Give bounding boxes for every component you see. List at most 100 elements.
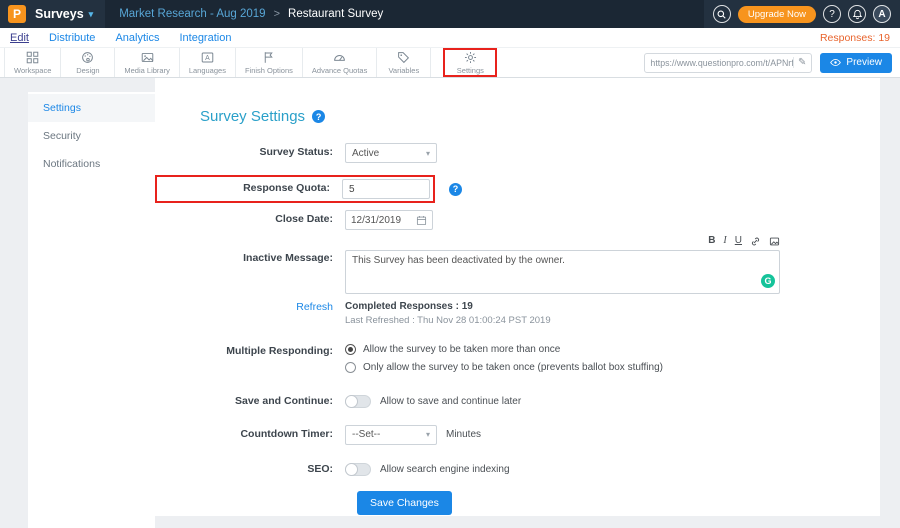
sidebar-item-security[interactable]: Security (28, 122, 155, 150)
italic-button[interactable]: I (723, 236, 726, 246)
variables-tag-icon (397, 50, 410, 64)
radio-option-label: Allow the survey to be taken more than o… (363, 344, 560, 355)
surveys-menu[interactable]: Surveys ▾ (35, 7, 93, 21)
content-area: Settings Security Notifications Survey S… (0, 78, 900, 528)
avatar[interactable]: A (873, 5, 891, 23)
upgrade-now-button[interactable]: Upgrade Now (738, 6, 816, 23)
bold-button[interactable]: B (708, 236, 715, 246)
calendar-icon (416, 215, 427, 226)
responses-summary: Completed Responses : 19 Last Refreshed … (345, 301, 551, 326)
save-continue-text: Allow to save and continue later (380, 396, 521, 407)
save-continue-label: Save and Continue: (155, 395, 345, 409)
survey-status-value: Active (352, 148, 379, 159)
grammarly-icon[interactable]: G (761, 274, 775, 288)
page-title: Survey Settings (200, 108, 305, 125)
close-date-label: Close Date: (155, 213, 345, 227)
responses-count[interactable]: Responses: 19 (820, 32, 890, 44)
completed-responses-text: Completed Responses : 19 (345, 301, 551, 312)
toolbar-label: Variables (388, 66, 419, 75)
sidebar-item-notifications[interactable]: Notifications (28, 150, 155, 178)
sidebar-item-settings[interactable]: Settings (28, 94, 155, 122)
questionpro-logo[interactable]: P (8, 5, 26, 23)
image-insert-icon[interactable] (769, 236, 780, 247)
breadcrumb-folder[interactable]: Market Research - Aug 2019 (119, 8, 265, 20)
notifications-bell-icon[interactable] (848, 5, 866, 23)
seo-text: Allow search engine indexing (380, 464, 510, 475)
breadcrumb: Market Research - Aug 2019 > Restaurant … (105, 0, 704, 28)
survey-status-label: Survey Status: (155, 146, 345, 160)
questionpro-app: P Surveys ▾ Market Research - Aug 2019 >… (0, 0, 900, 528)
settings-gear-icon (464, 50, 477, 64)
survey-url-field[interactable]: https://www.questionpro.com/t/APNrfZ ✎ (644, 53, 812, 73)
close-date-value: 12/31/2019 (351, 215, 401, 226)
tab-analytics[interactable]: Analytics (115, 32, 159, 44)
toolbar-item-languages[interactable]: A Languages (180, 48, 236, 77)
inactive-message-row: Inactive Message: B I U This (155, 235, 880, 294)
save-button-row: Save Changes (357, 491, 880, 515)
link-icon[interactable] (750, 236, 761, 247)
preview-button[interactable]: Preview (820, 53, 892, 73)
toolbar-item-media-library[interactable]: Media Library (115, 48, 179, 77)
logo-letter: P (13, 7, 21, 21)
toolbar-item-design[interactable]: Design (61, 48, 115, 77)
toolbar-label: Media Library (124, 66, 169, 75)
seo-row: SEO: Allow search engine indexing (155, 463, 880, 477)
survey-status-select[interactable]: Active ▾ (345, 143, 437, 163)
refresh-label-cell: Refresh (155, 301, 345, 315)
breadcrumb-separator: > (274, 8, 280, 20)
toolbar-label: Design (76, 66, 99, 75)
toolbar-label: Finish Options (245, 66, 293, 75)
annotation-box-response-quota: Response Quota: (155, 175, 435, 203)
seo-toggle[interactable] (345, 463, 371, 476)
toolbar-item-finish-options[interactable]: Finish Options (236, 48, 303, 77)
media-library-icon (141, 50, 154, 64)
response-quota-row: Response Quota: ? (155, 175, 880, 203)
toolbar-item-variables[interactable]: Variables (377, 48, 431, 77)
countdown-timer-select[interactable]: --Set-- ▾ (345, 425, 437, 445)
workspace-grid-icon (26, 50, 39, 64)
survey-toolbar: Workspace Design Media Library A Languag… (0, 48, 900, 78)
refresh-row: Refresh Completed Responses : 19 Last Re… (155, 301, 880, 326)
countdown-timer-value: --Set-- (352, 429, 380, 440)
brand-label: Surveys (35, 7, 84, 21)
avatar-letter: A (878, 9, 885, 20)
radio-option-once-only[interactable]: Only allow the survey to be taken once (… (345, 362, 663, 373)
last-refreshed-text: Last Refreshed : Thu Nov 28 01:00:24 PST… (345, 315, 551, 326)
radio-unchecked-icon[interactable] (345, 362, 356, 373)
inactive-message-field-wrap: This Survey has been deactivated by the … (345, 250, 780, 294)
edit-url-pencil-icon[interactable]: ✎ (793, 57, 806, 68)
breadcrumb-survey-name: Restaurant Survey (288, 8, 383, 20)
help-icon[interactable]: ? (823, 5, 841, 23)
tab-integration[interactable]: Integration (179, 32, 231, 44)
close-date-input[interactable]: 12/31/2019 (345, 210, 433, 230)
response-quota-help-icon[interactable]: ? (449, 183, 462, 196)
multiple-responding-options: Allow the survey to be taken more than o… (345, 344, 663, 373)
title-help-icon[interactable]: ? (312, 110, 325, 123)
toolbar-item-workspace[interactable]: Workspace (4, 48, 61, 77)
radio-checked-icon[interactable] (345, 344, 356, 355)
response-quota-label: Response Quota: (157, 182, 342, 196)
response-quota-input[interactable] (342, 179, 430, 199)
survey-settings-panel: Survey Settings ? Survey Status: Active … (155, 78, 880, 516)
inactive-message-textarea[interactable]: This Survey has been deactivated by the … (345, 250, 780, 294)
search-icon[interactable] (713, 5, 731, 23)
help-glyph: ? (829, 9, 835, 20)
save-continue-toggle[interactable] (345, 395, 371, 408)
toolbar-item-settings[interactable]: Settings (443, 48, 497, 77)
languages-icon: A (201, 50, 214, 64)
tab-edit[interactable]: Edit (10, 32, 29, 44)
seo-label: SEO: (155, 463, 345, 477)
main-nav: Edit Distribute Analytics Integration Re… (0, 28, 900, 48)
underline-button[interactable]: U (735, 236, 742, 246)
save-changes-button[interactable]: Save Changes (357, 491, 452, 515)
radio-option-label: Only allow the survey to be taken once (… (363, 362, 663, 373)
tab-distribute[interactable]: Distribute (49, 32, 95, 44)
radio-option-multiple-allowed[interactable]: Allow the survey to be taken more than o… (345, 344, 663, 355)
refresh-link[interactable]: Refresh (296, 301, 333, 313)
top-bar: P Surveys ▾ Market Research - Aug 2019 >… (0, 0, 900, 28)
save-continue-row: Save and Continue: Allow to save and con… (155, 395, 880, 409)
panel-title-row: Survey Settings ? (200, 108, 880, 125)
toolbar-item-advance-quotas[interactable]: Advance Quotas (303, 48, 377, 77)
chevron-down-icon: ▾ (426, 430, 430, 439)
toolbar-label: Advance Quotas (312, 66, 367, 75)
